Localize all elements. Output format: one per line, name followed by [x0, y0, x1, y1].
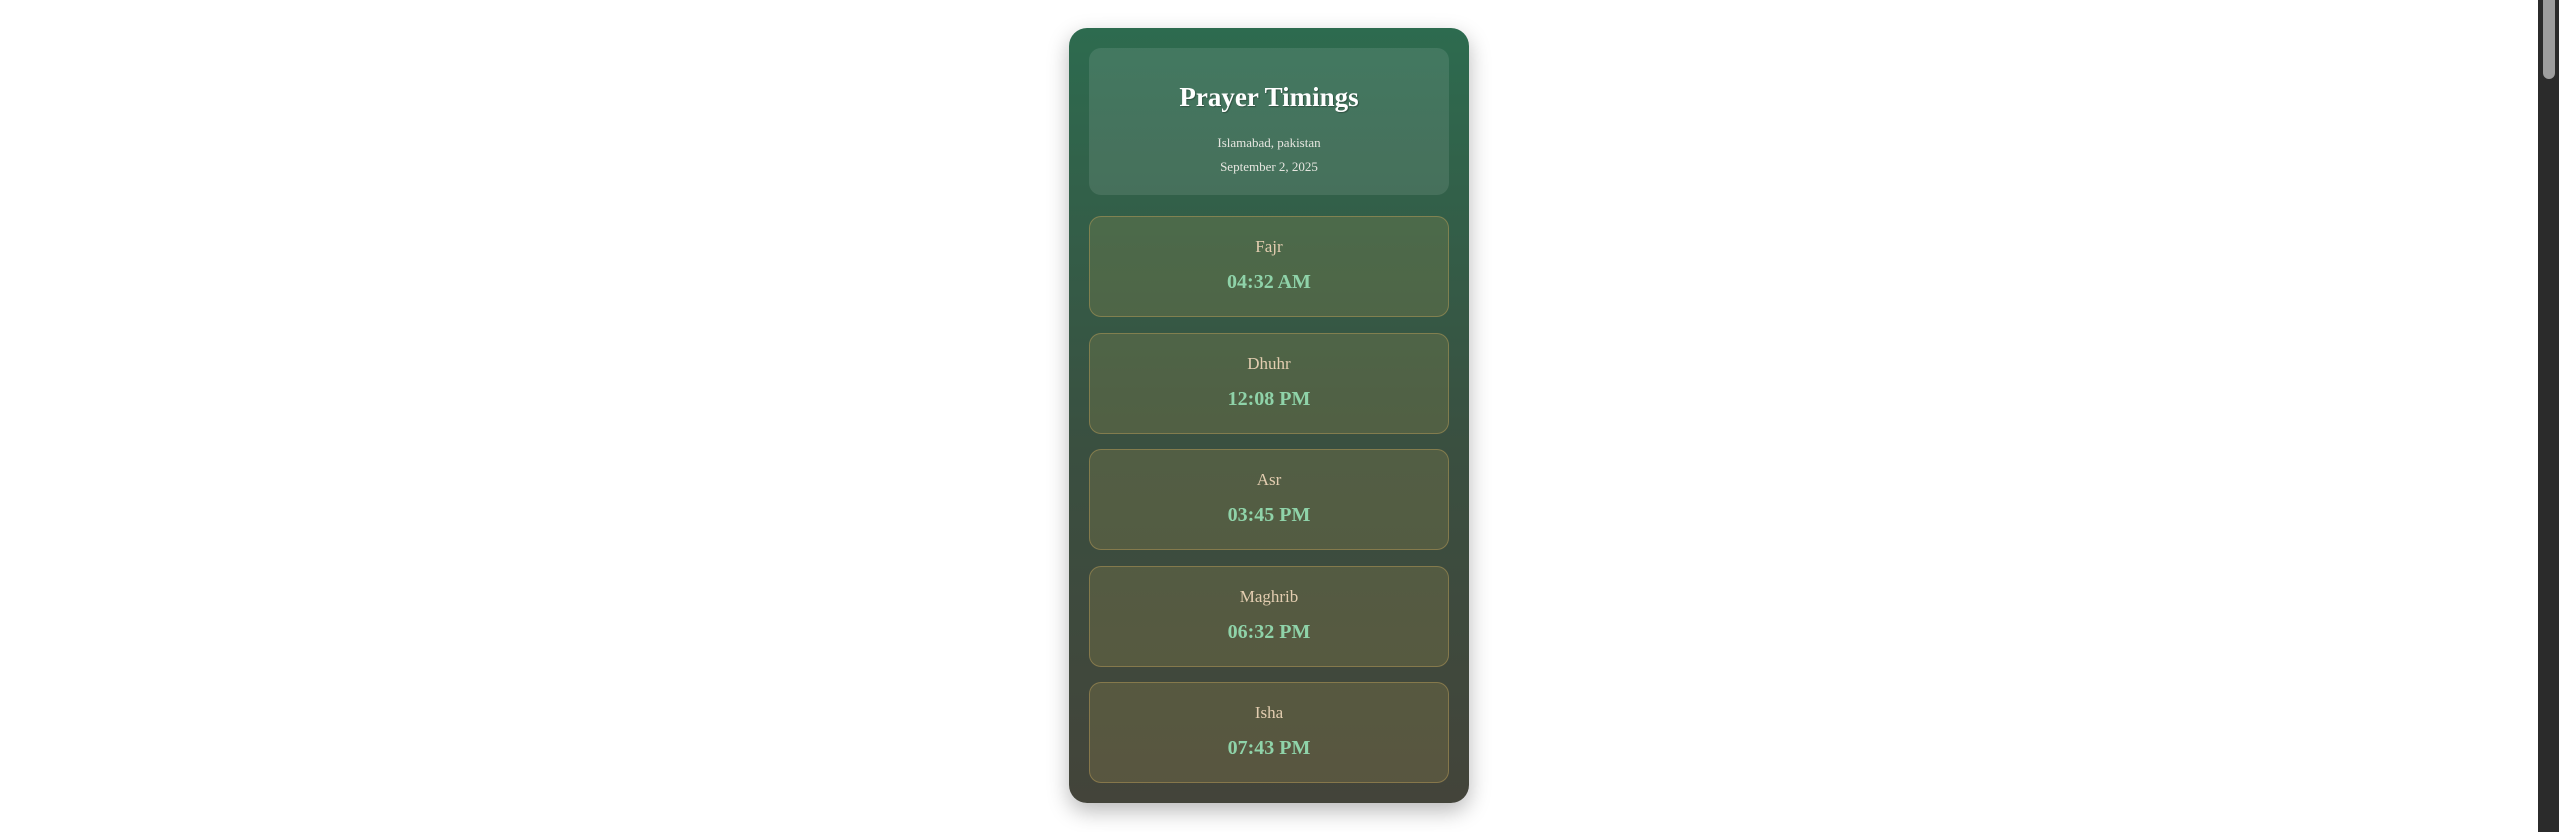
location: Islamabad, pakistan: [1217, 135, 1321, 150]
prayer-time: 03:45 PM: [1227, 504, 1311, 526]
prayer-item-dhuhr: Dhuhr 12:08 PM: [1089, 332, 1449, 434]
vertical-scrollbar[interactable]: [2538, 0, 2559, 832]
prayer-name: Asr: [1256, 470, 1282, 489]
prayer-time: 12:08 PM: [1227, 387, 1311, 410]
scrollbar-thumb[interactable]: [2543, 0, 2555, 79]
prayer-time: 06:32 PM: [1227, 620, 1311, 643]
prayer-item-maghrib: Maghrib 06:32 PM: [1089, 565, 1449, 667]
prayer-timings-card: Prayer Timings Islamabad, pakistan Septe…: [1069, 28, 1469, 803]
prayer-name: Maghrib: [1239, 586, 1299, 606]
prayer-item-asr: Asr 03:45 PM: [1089, 449, 1449, 550]
page-title: Prayer Timings: [1179, 82, 1359, 112]
prayer-item-fajr: Fajr 04:32 AM: [1089, 216, 1449, 317]
prayer-time: 07:43 PM: [1227, 737, 1311, 759]
prayer-name: Dhuhr: [1247, 353, 1291, 373]
date: September 2, 2025: [1220, 159, 1318, 174]
prayer-item-isha: Isha 07:43 PM: [1089, 682, 1449, 783]
prayer-name: Fajr: [1255, 237, 1283, 256]
header: Prayer Timings Islamabad, pakistan Septe…: [1089, 48, 1449, 195]
prayer-time: 04:32 AM: [1227, 271, 1311, 293]
prayer-name: Isha: [1254, 703, 1284, 722]
